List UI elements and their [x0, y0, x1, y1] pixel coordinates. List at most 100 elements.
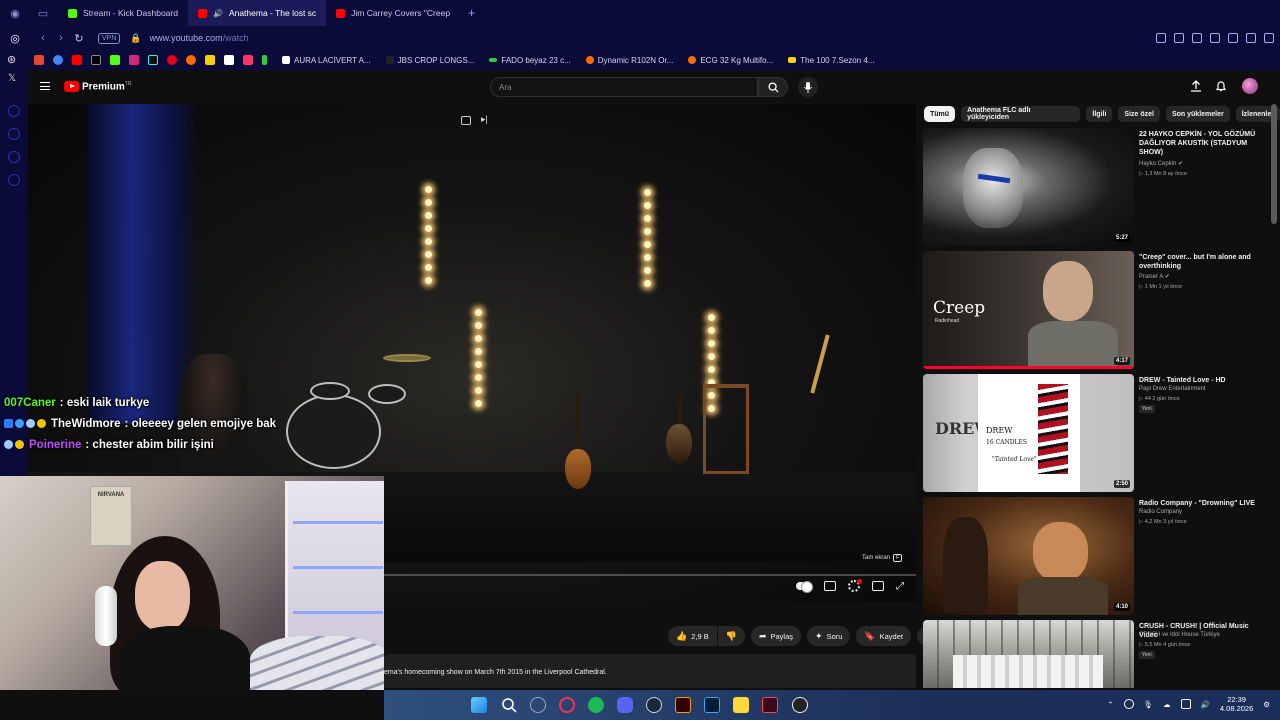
spotify-icon[interactable]: [588, 697, 604, 713]
bookmark-item[interactable]: ECG 32 Kg Multifo...: [688, 56, 773, 65]
download-icon[interactable]: [1246, 33, 1256, 43]
hamburger-menu-icon[interactable]: [40, 82, 50, 90]
sidebar-app-icon[interactable]: [8, 151, 20, 163]
tab-anathema[interactable]: 🔊 Anathema - The lost sc: [187, 0, 327, 26]
chatgpt-icon[interactable]: ⊛: [7, 53, 16, 66]
kick-icon[interactable]: [110, 55, 120, 65]
share-button[interactable]: ➦ Paylaş: [750, 626, 802, 646]
description-box[interactable]: ema's homecoming show on March 7th 2015 …: [384, 654, 916, 688]
search-input[interactable]: Ara: [490, 77, 758, 97]
notification-bell-icon[interactable]: [1215, 80, 1227, 92]
video-thumbnail[interactable]: Creep Radiohead 4:17: [923, 251, 1134, 369]
onedrive-icon[interactable]: ☁: [1163, 700, 1171, 709]
sidebar-app-icon[interactable]: [8, 174, 20, 186]
miniplayer-icon[interactable]: [461, 116, 471, 125]
like-button[interactable]: 👍 2,9 B: [668, 626, 717, 646]
opera-gx-icon[interactable]: [559, 697, 575, 713]
recommendation-item[interactable]: 5:27 22 HAYKO CEPKİN - YOL GÖZÜMÜ DAĞLIY…: [923, 128, 1268, 246]
channel-name[interactable]: Praiser A ✔: [1139, 273, 1170, 280]
youtube-premium-logo[interactable]: PremiumTR: [82, 81, 131, 92]
fullscreen-icon[interactable]: ⤢: [896, 581, 904, 592]
browser-menu-icon[interactable]: ◉: [6, 7, 24, 20]
vpn-badge[interactable]: VPN: [98, 32, 121, 44]
app-icon[interactable]: [733, 697, 749, 713]
app-icon[interactable]: [243, 55, 253, 65]
x-icon[interactable]: 𝕏: [8, 73, 16, 84]
photoshop-icon[interactable]: [704, 697, 720, 713]
gmail-icon[interactable]: [34, 55, 44, 65]
sidebar-app-icon[interactable]: [8, 128, 20, 140]
recommendation-item[interactable]: Creep Radiohead 4:17 "Creep" cover... bu…: [923, 251, 1268, 369]
windows-start-icon[interactable]: [471, 697, 487, 713]
voice-search-button[interactable]: [798, 77, 818, 97]
tiktok-icon[interactable]: [148, 55, 158, 65]
upload-icon[interactable]: [1190, 80, 1202, 92]
heart-icon[interactable]: [1210, 33, 1220, 43]
app-icon[interactable]: [530, 697, 546, 713]
chip-related[interactable]: İlgili: [1086, 106, 1113, 122]
chevron-up-icon[interactable]: ⌃: [1107, 700, 1113, 709]
illustrator-icon[interactable]: [675, 697, 691, 713]
app-icon[interactable]: [762, 697, 778, 713]
settings-gear-icon[interactable]: [848, 579, 862, 592]
video-title[interactable]: "Creep" cover... but I'm alone and overt…: [1139, 253, 1267, 271]
app-icon[interactable]: [186, 55, 196, 65]
dislike-button[interactable]: 👎: [717, 626, 745, 646]
search-icon[interactable]: [501, 697, 517, 713]
lock-icon[interactable]: 🔒: [130, 33, 141, 44]
tab-overview-icon[interactable]: ▭: [34, 7, 52, 20]
video-thumbnail[interactable]: [923, 620, 1134, 688]
app-icon[interactable]: [53, 55, 63, 65]
chip-recent[interactable]: Son yüklemeler: [1165, 106, 1230, 122]
bookmark-item[interactable]: Dynamic R102N Or...: [585, 56, 673, 65]
channel-name[interactable]: Papi Drew Entertainment: [1139, 386, 1206, 392]
new-tab-button[interactable]: +: [460, 6, 483, 20]
app-icon[interactable]: [205, 55, 215, 65]
youtube-icon[interactable]: [72, 55, 82, 65]
chip-all[interactable]: Tümü: [924, 106, 956, 122]
taskbar-clock[interactable]: 22:39 4.08.2026: [1220, 695, 1253, 713]
tab-kick-dashboard[interactable]: Stream - Kick Dashboard: [58, 0, 188, 26]
search-button[interactable]: [758, 77, 788, 97]
pinterest-icon[interactable]: [167, 55, 177, 65]
reload-icon[interactable]: ↻: [70, 32, 88, 45]
page-scrollbar[interactable]: [1271, 104, 1277, 224]
theater-mode-icon[interactable]: [872, 581, 884, 591]
bookmark-item[interactable]: AURA LACİVERT A...: [282, 56, 371, 65]
video-title[interactable]: 22 HAYKO CEPKİN - YOL GÖZÜMÜ DAĞLIYOR AK…: [1139, 130, 1267, 157]
snapshot-icon[interactable]: [1174, 33, 1184, 43]
channel-name[interactable]: Radio Company: [1139, 509, 1182, 515]
channel-name[interactable]: Hayko Cepkin ✔: [1139, 160, 1183, 167]
autoplay-toggle[interactable]: [796, 581, 813, 593]
wallet-icon[interactable]: [1228, 33, 1238, 43]
bookmark-item[interactable]: JBS CROP LONGS...: [385, 56, 474, 65]
tab-creep-cover[interactable]: Jim Carrey Covers "Creep: [326, 0, 460, 26]
video-title[interactable]: DREW - Tainted Love - HD: [1139, 376, 1267, 385]
menu-icon[interactable]: [1264, 33, 1274, 43]
video-thumbnail[interactable]: DREW DREW 16 CANDLES "Tainted Love" 2:50: [923, 374, 1134, 492]
app-icon[interactable]: [262, 55, 267, 65]
discord-tray-icon[interactable]: [1123, 699, 1134, 709]
bookmark-item[interactable]: FADO beyaz 23 c...: [489, 56, 571, 65]
recommendation-item[interactable]: 4:10 Radio Company - "Drowning" LIVE Rad…: [923, 497, 1268, 615]
save-button[interactable]: 🔖 Kaydet: [856, 626, 911, 646]
network-icon[interactable]: [1180, 699, 1191, 709]
sidebar-app-icon[interactable]: [8, 105, 20, 117]
ask-button[interactable]: ✦ Soru: [807, 626, 851, 646]
video-thumbnail[interactable]: 5:27: [923, 128, 1134, 246]
forward-icon[interactable]: ›: [52, 32, 70, 44]
url-field[interactable]: www.youtube.com/watch: [150, 33, 249, 43]
steam-icon[interactable]: [646, 697, 662, 713]
video-thumbnail[interactable]: 4:10: [923, 497, 1134, 615]
search-page-icon[interactable]: [1156, 33, 1166, 43]
shield-icon[interactable]: [1192, 33, 1202, 43]
youtube-logo-icon[interactable]: [64, 81, 79, 92]
notification-icon[interactable]: ⚙: [1263, 700, 1270, 709]
channel-name[interactable]: CRUSH ve Idol House Türkiye: [1139, 632, 1220, 638]
x-icon[interactable]: [91, 55, 101, 65]
discord-icon[interactable]: [617, 697, 633, 713]
account-avatar[interactable]: [1242, 78, 1258, 94]
recommendation-item[interactable]: CRUSH - CRUSH! | Official Music Video CR…: [923, 620, 1268, 688]
next-icon[interactable]: ▸|: [481, 114, 488, 125]
app-icon[interactable]: [224, 55, 234, 65]
